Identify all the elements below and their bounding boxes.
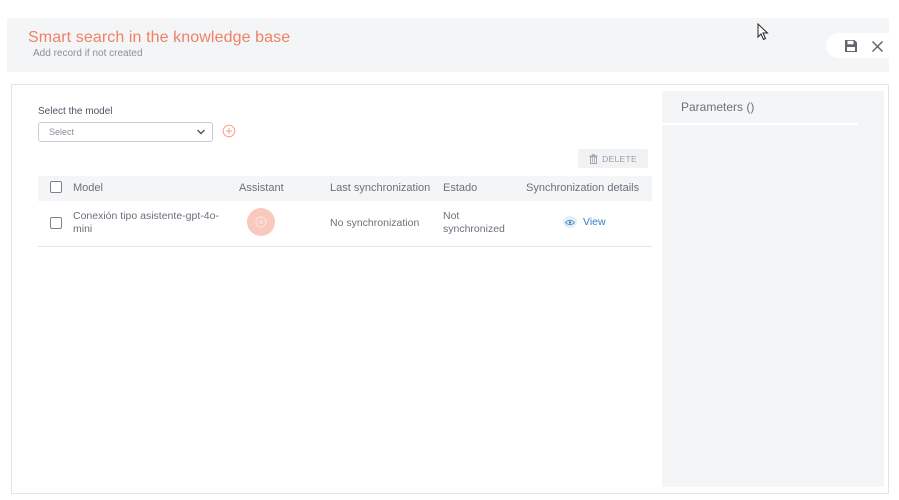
page-subtitle: Add record if not created: [33, 48, 143, 59]
view-link-label: View: [583, 216, 606, 228]
page-title: Smart search in the knowledge base: [28, 29, 291, 46]
mouse-cursor-icon: [757, 23, 769, 41]
model-select-value: Select: [49, 127, 75, 137]
row-checkbox[interactable]: [50, 217, 62, 229]
delete-button[interactable]: DELETE: [578, 149, 648, 168]
row-last-sync: No synchronization: [330, 217, 420, 229]
column-header-last-sync: Last synchronization: [330, 182, 431, 194]
save-icon: [845, 40, 857, 52]
table-row: Conexión tipo asistente-gpt-4o-mini No s…: [38, 201, 652, 247]
assistant-avatar: [247, 208, 275, 236]
table-header: Model Assistant Last synchronization Est…: [38, 176, 652, 201]
eye-icon-wrap: [563, 216, 577, 228]
column-header-sync-details: Synchronization details: [526, 182, 640, 194]
chevron-down-icon: [197, 129, 205, 135]
close-icon: [871, 40, 883, 52]
main-panel: Select the model Select DELETE Model Ass…: [11, 84, 889, 494]
row-estado: Not synchronized: [443, 210, 505, 235]
model-select[interactable]: Select: [38, 122, 213, 142]
row-model: Conexión tipo asistente-gpt-4o-mini: [73, 210, 219, 235]
close-button[interactable]: [868, 37, 886, 55]
parameters-divider: [662, 123, 858, 125]
parameters-panel: Parameters (): [662, 91, 884, 487]
trash-icon: [589, 153, 598, 164]
parameters-title: Parameters (): [681, 100, 755, 114]
select-all-checkbox[interactable]: [50, 181, 62, 193]
column-header-estado: Estado: [443, 182, 478, 194]
delete-button-label: DELETE: [602, 153, 637, 164]
models-table: Model Assistant Last synchronization Est…: [38, 176, 652, 247]
view-details-link[interactable]: View: [563, 216, 606, 228]
header-actions: [826, 33, 892, 58]
eye-icon: [565, 219, 575, 225]
assistant-avatar-icon: [255, 216, 267, 228]
add-model-button[interactable]: [222, 124, 236, 138]
save-button[interactable]: [842, 37, 860, 55]
model-select-label: Select the model: [38, 106, 113, 117]
column-header-model: Model: [73, 182, 103, 194]
column-header-assistant: Assistant: [239, 182, 284, 194]
